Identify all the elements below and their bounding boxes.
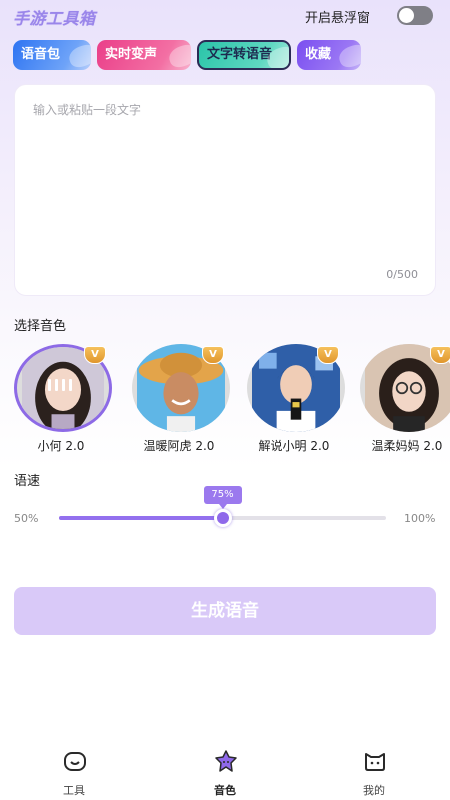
nav-label: 工具 xyxy=(63,784,85,797)
vip-badge-icon: V xyxy=(84,346,106,364)
tab-text-to-speech[interactable]: 文字转语音 xyxy=(197,40,291,70)
voice-name: 小何 2.0 xyxy=(37,439,85,453)
voice-section-title: 选择音色 xyxy=(14,319,67,334)
vip-badge-icon: V xyxy=(202,346,224,364)
tab-voice-pack[interactable]: 语音包 xyxy=(13,40,91,70)
star-face-icon xyxy=(215,750,237,772)
voice-name: 解说小明 2.0 xyxy=(258,439,330,453)
speed-value-bubble: 75% xyxy=(203,486,242,509)
voice-item-wenrou-mama[interactable]: V 温柔妈妈 2.0 xyxy=(352,340,450,460)
cat-face-icon xyxy=(365,753,385,771)
floating-window-label: 开启悬浮窗 xyxy=(305,11,371,26)
vip-badge-icon: V xyxy=(317,346,339,364)
nav-item-tools[interactable]: 工具 xyxy=(34,750,114,798)
nav-item-voices[interactable]: 音色 xyxy=(185,750,265,798)
char-counter: 0/500 xyxy=(386,268,418,281)
nav-item-mine[interactable]: 我的 xyxy=(334,750,414,798)
voice-item-xiaohe[interactable]: V 小何 2.0 xyxy=(6,340,116,460)
voice-item-jieshuo-xiaoming[interactable]: V 解说小明 2.0 xyxy=(239,340,349,460)
tab-favorites[interactable]: 收藏 xyxy=(297,40,361,70)
voice-name: 温暖阿虎 2.0 xyxy=(143,439,215,453)
text-input-card: 0/500 xyxy=(14,84,436,296)
toggle-knob xyxy=(399,8,414,23)
speed-max-label: 100% xyxy=(404,512,436,525)
voice-name: 温柔妈妈 2.0 xyxy=(371,439,443,453)
nav-label: 音色 xyxy=(214,784,236,797)
playing-indicator-icon xyxy=(48,378,72,392)
voice-list: V 小何 2.0 V 温暖阿虎 2.0 V 解说小明 2.0 V 温柔妈妈 2.… xyxy=(0,340,450,460)
generate-speech-button[interactable]: 生成语音 xyxy=(14,587,436,635)
tab-realtime-voice-change[interactable]: 实时变声 xyxy=(97,40,191,70)
speed-min-label: 50% xyxy=(14,512,39,525)
top-bar: 手游工具箱 开启悬浮窗 xyxy=(0,0,450,34)
speed-slider-track[interactable]: 75% xyxy=(59,486,386,527)
voice-item-wennuan-ahu[interactable]: V 温暖阿虎 2.0 xyxy=(124,340,234,460)
speed-slider-fill xyxy=(59,516,223,520)
nav-label: 我的 xyxy=(363,784,385,797)
floating-window-toggle[interactable] xyxy=(397,6,433,25)
vip-badge-icon: V xyxy=(430,346,450,364)
bottom-nav: 工具 音色 我的 xyxy=(0,740,450,800)
text-input[interactable] xyxy=(33,101,418,261)
app-title: 手游工具箱 xyxy=(13,9,96,28)
speed-control: 50% 75% 100% xyxy=(0,480,450,540)
speed-slider-thumb[interactable] xyxy=(213,509,232,527)
smile-face-icon xyxy=(64,752,86,771)
